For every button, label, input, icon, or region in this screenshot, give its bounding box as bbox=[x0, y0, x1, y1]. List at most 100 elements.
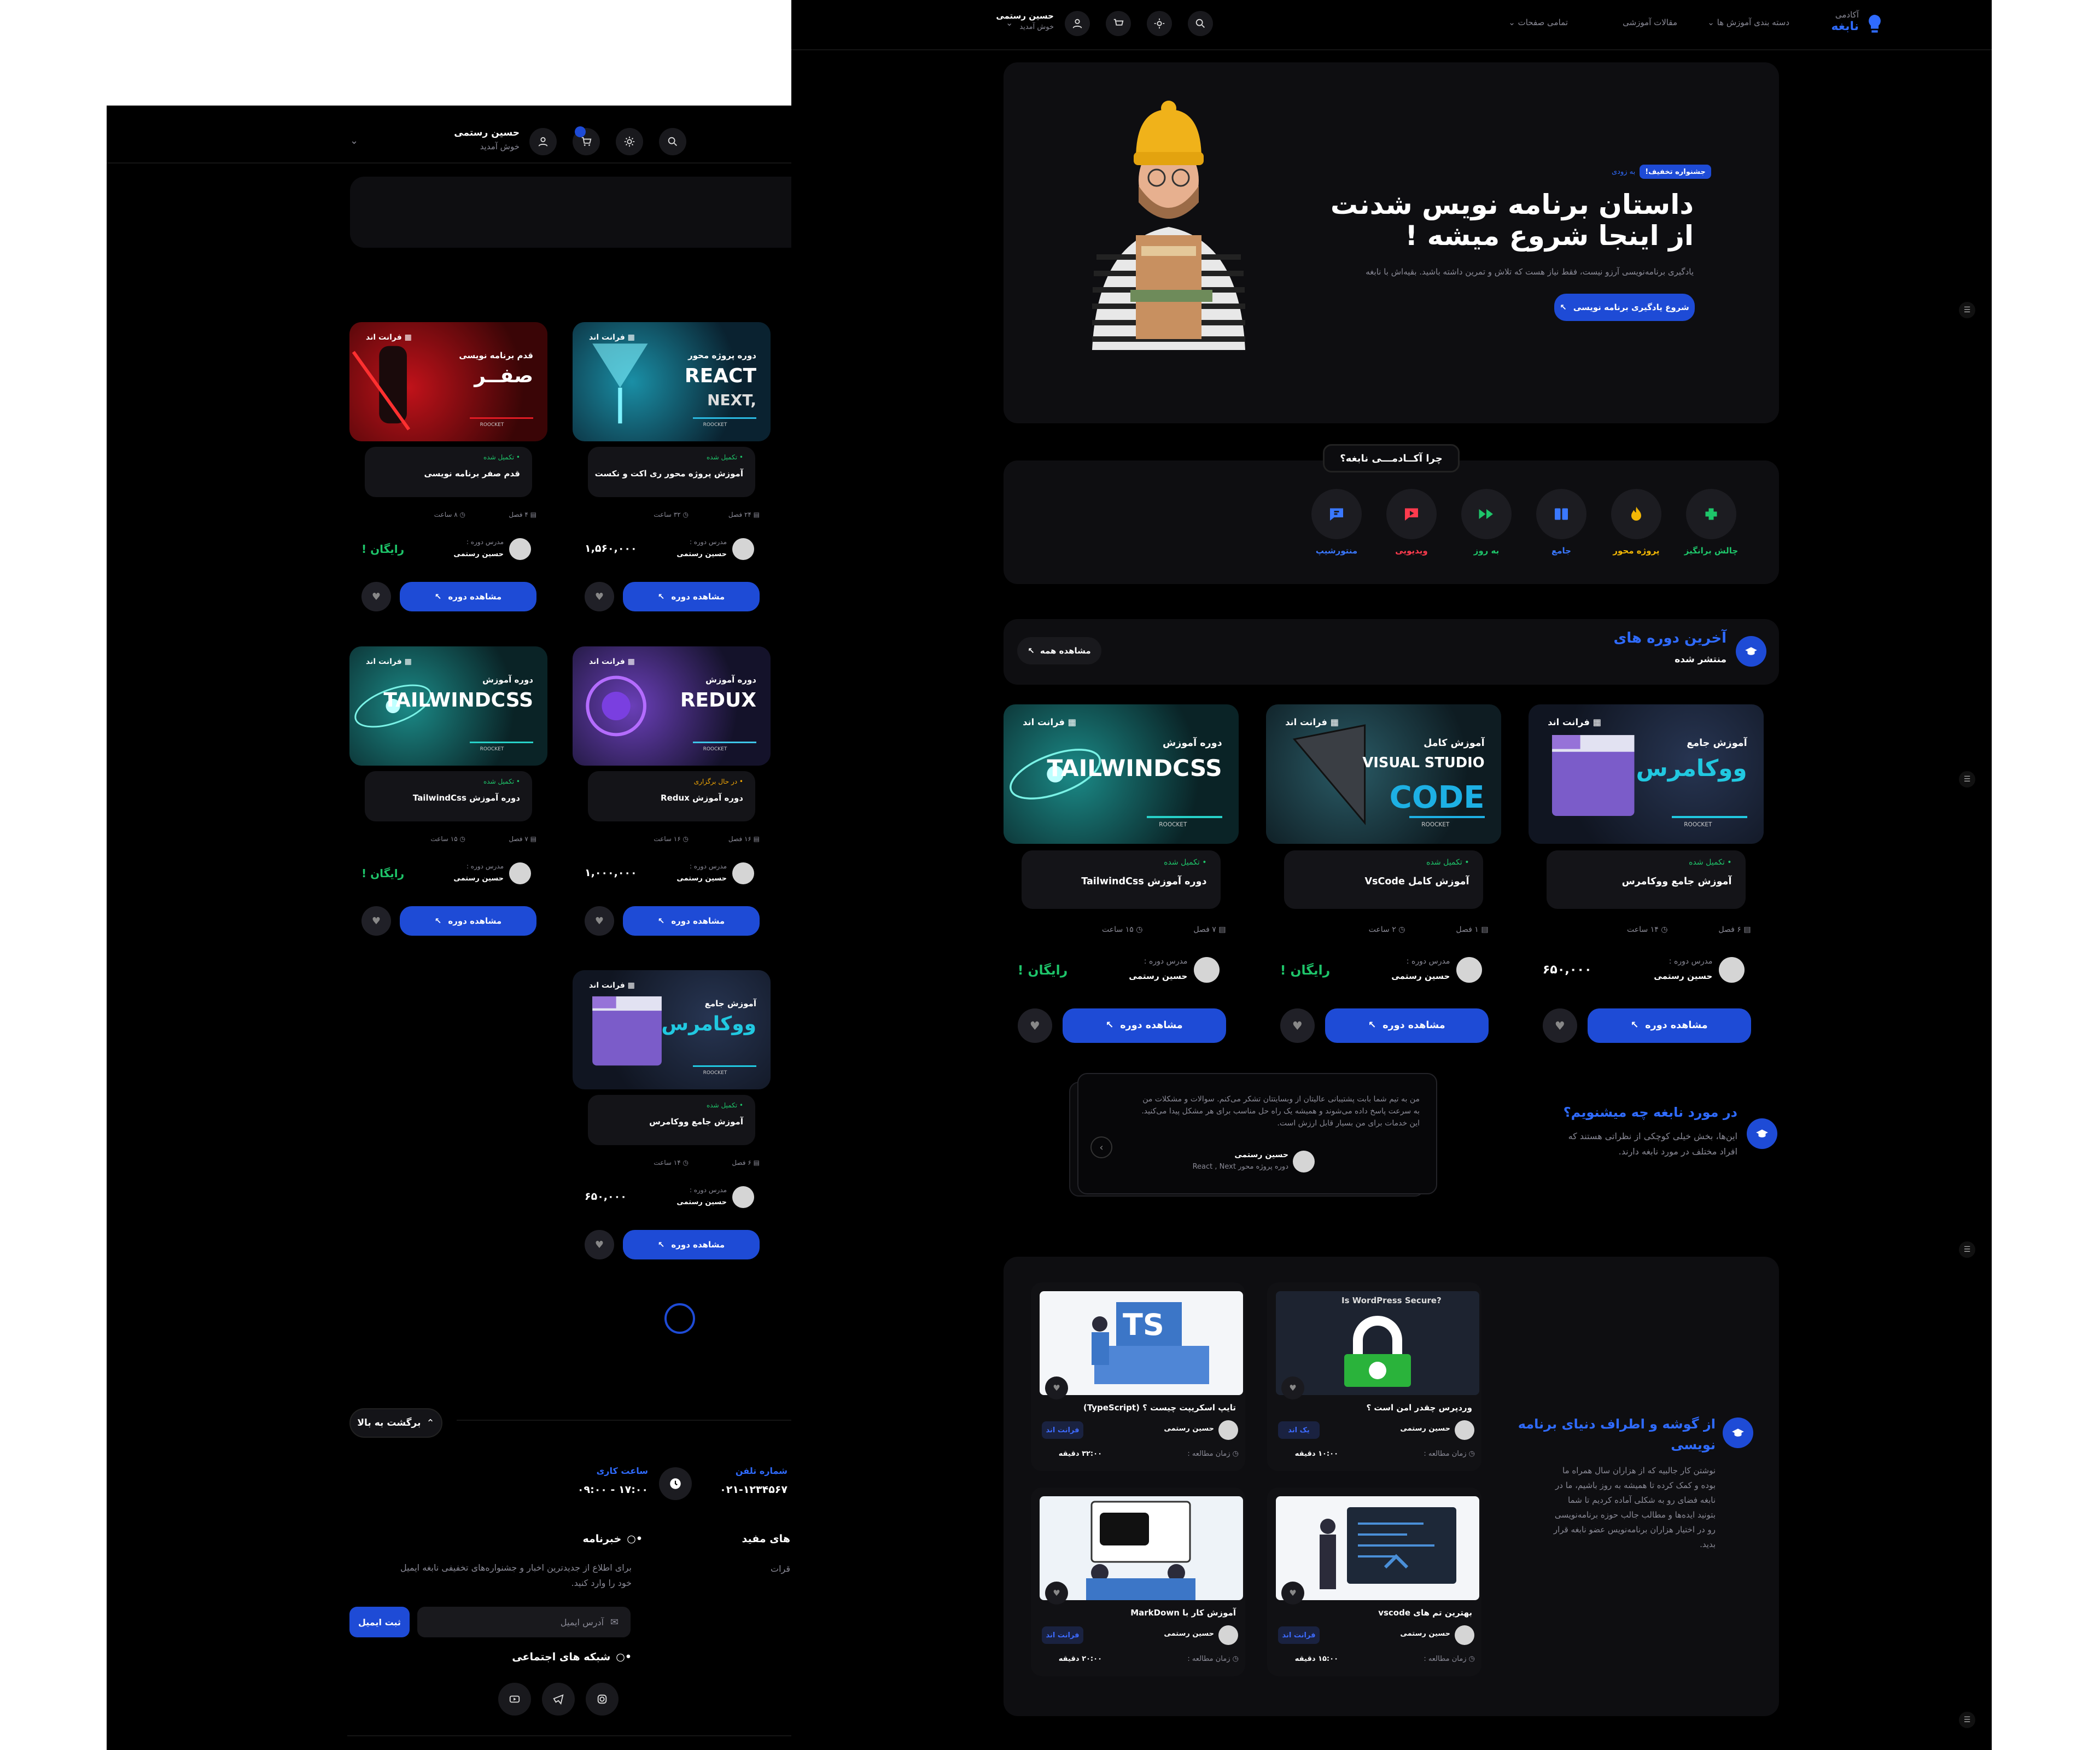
wishlist-button[interactable]: ♥ bbox=[585, 582, 614, 611]
search-button[interactable] bbox=[1188, 11, 1213, 36]
view-course-button[interactable]: مشاهده دوره ↖ bbox=[623, 1230, 760, 1259]
chevron-down-icon[interactable]: ⌄ bbox=[1006, 18, 1013, 28]
course-info-box[interactable]: • تکمیل شده دوره آموزش TailwindCss bbox=[1021, 850, 1221, 909]
submit-email-button[interactable]: ثبت ایمیل bbox=[349, 1607, 410, 1637]
mobile-window: حسین رستمی خوش آمدید ⌄ ▦ فرانت اند دوره پ… bbox=[107, 106, 791, 1750]
article-category-tag[interactable]: فرانت اند bbox=[1278, 1626, 1320, 1644]
cart-button[interactable] bbox=[1106, 11, 1131, 36]
bookmark-button[interactable]: ♥ bbox=[1045, 1376, 1068, 1399]
course-info-box[interactable]: • تکمیل شده آموزش پروژه محور ری اکت و نکس… bbox=[588, 447, 755, 497]
clock-icon bbox=[659, 1467, 692, 1500]
view-course-button[interactable]: مشاهده دوره ↖ bbox=[623, 582, 760, 611]
course-info-box[interactable]: • در حال برگزاری دوره آموزش Redux bbox=[588, 771, 755, 821]
useful-link-item[interactable]: قرات bbox=[708, 1564, 790, 1574]
float-menu-icon[interactable]: ☰ bbox=[1959, 1241, 1975, 1258]
hero-description: یادگیری برنامه‌نویسی آرزو نیست، فقط نیاز… bbox=[1366, 267, 1694, 277]
loading-spinner bbox=[664, 1303, 695, 1334]
course-thumbnail[interactable]: ▦ فرانت اند آموزش کامل VISUAL STUDIO CODE RO… bbox=[1266, 704, 1501, 844]
social-title: •○شبکه های اجتماعی bbox=[512, 1651, 632, 1663]
bookmark-button[interactable]: ♥ bbox=[1045, 1582, 1068, 1605]
feature-puzzle bbox=[1686, 489, 1736, 539]
wishlist-button[interactable]: ♥ bbox=[361, 906, 391, 936]
grid-icon: ▦ bbox=[404, 333, 412, 342]
grid-icon: ▦ bbox=[627, 981, 635, 990]
course-thumbnail[interactable]: ▦ فرانت اند دوره پروژه محور REACT NEXT, ROOC… bbox=[573, 322, 771, 441]
bookmark-button[interactable]: ♥ bbox=[1281, 1582, 1304, 1605]
float-menu-icon[interactable]: ☰ bbox=[1959, 771, 1975, 788]
float-menu-icon[interactable]: ☰ bbox=[1959, 1712, 1975, 1728]
article-image[interactable] bbox=[1040, 1496, 1243, 1600]
course-info-box[interactable]: • تکمیل شده آموزش جامع ووکامرس bbox=[588, 1095, 755, 1145]
article-image[interactable]: TS bbox=[1040, 1291, 1243, 1395]
wishlist-button[interactable]: ♥ bbox=[585, 906, 614, 936]
clock-icon: ◷ bbox=[1232, 1655, 1239, 1663]
view-all-button[interactable]: مشاهده همه ↖ bbox=[1017, 637, 1101, 664]
article-read-minutes: ۳۲:۰۰ دقیقه bbox=[1042, 1450, 1102, 1458]
instagram-button[interactable] bbox=[586, 1683, 619, 1716]
view-course-button[interactable]: مشاهده دوره ↖ bbox=[400, 906, 536, 936]
article-category-tag[interactable]: فرانت اند bbox=[1042, 1421, 1083, 1439]
youtube-button[interactable] bbox=[498, 1683, 531, 1716]
grid-icon: ▦ bbox=[627, 333, 635, 342]
course-info-box[interactable]: • تکمیل شده دوره آموزش TailwindCss bbox=[365, 771, 532, 821]
nav-all-pages[interactable]: تمامی صفحات ⌄ bbox=[1459, 18, 1568, 27]
course-chapters: ▤ ۲۴ فصل bbox=[694, 511, 760, 518]
course-status: • تکمیل شده bbox=[707, 453, 743, 461]
search-button[interactable] bbox=[659, 128, 686, 155]
course-thumbnail[interactable]: ▦ فرانت اند آموزش جامع ووکامرس ROOCKET bbox=[573, 970, 771, 1089]
course-status: • تکمیل شده bbox=[1426, 858, 1469, 867]
heart-icon: ♥ bbox=[371, 915, 381, 927]
chevron-down-icon[interactable]: ⌄ bbox=[350, 135, 358, 147]
course-info-box[interactable]: • تکمیل شده آموزش کامل VsCode bbox=[1284, 850, 1484, 909]
course-thumbnail[interactable]: ▦ فرانت اند دوره آموزش TAILWINDCSS ROOCKET bbox=[1004, 704, 1239, 844]
email-input[interactable]: آدرس ایمیل ✉ bbox=[417, 1607, 631, 1637]
clock-icon: ◷ bbox=[1661, 925, 1668, 934]
brand-label: ROOCKET bbox=[1421, 821, 1450, 829]
theme-toggle-button[interactable] bbox=[1147, 11, 1172, 36]
nav-articles[interactable]: مقالات آموزشی bbox=[1590, 18, 1677, 27]
article-category-tag[interactable]: یک اند bbox=[1278, 1421, 1320, 1439]
profile-button[interactable] bbox=[529, 128, 557, 155]
feature-chat bbox=[1311, 489, 1362, 539]
user-icon bbox=[538, 137, 548, 147]
profile-button[interactable] bbox=[1065, 11, 1090, 36]
clock-icon: ◷ bbox=[459, 511, 465, 518]
wishlist-button[interactable]: ♥ bbox=[1017, 1008, 1052, 1043]
category-label: ▦ فرانت اند bbox=[589, 333, 635, 342]
article-image[interactable]: Is WordPress Secure? bbox=[1276, 1291, 1479, 1395]
course-thumbnail[interactable]: ▦ فرانت اند قدم برنامه نویسی صفــر ROOCKET bbox=[349, 322, 547, 441]
sun-icon bbox=[1154, 18, 1165, 29]
view-course-button[interactable]: مشاهده دوره ↖ bbox=[400, 582, 536, 611]
view-course-button[interactable]: مشاهده دوره ↖ bbox=[1062, 1008, 1226, 1043]
wishlist-button[interactable]: ♥ bbox=[585, 1230, 614, 1259]
carousel-prev-button[interactable]: ‹ bbox=[1090, 1136, 1112, 1158]
chapters-icon: ▤ bbox=[753, 511, 760, 518]
nav-categories[interactable]: دسته بندی آموزش ها ⌄ bbox=[1691, 18, 1789, 27]
theme-toggle-button[interactable] bbox=[616, 128, 643, 155]
read-time-unit: دقیقه bbox=[1058, 1450, 1080, 1458]
float-menu-icon[interactable]: ☰ bbox=[1959, 302, 1975, 318]
article-illustration bbox=[1276, 1291, 1479, 1395]
course-thumbnail[interactable]: ▦ فرانت اند آموزش جامع ووکامرس ROOCKET bbox=[1529, 704, 1764, 844]
footer-divider bbox=[457, 1420, 791, 1421]
view-course-button[interactable]: مشاهده دوره ↖ bbox=[1325, 1008, 1489, 1043]
telegram-button[interactable] bbox=[542, 1683, 575, 1716]
course-info-box[interactable]: • تکمیل شده آموزش جامع ووکامرس bbox=[1546, 850, 1746, 909]
course-thumbnail[interactable]: ▦ فرانت اند دوره آموزش TAILWINDCSS ROOCKET bbox=[349, 646, 547, 766]
wishlist-button[interactable]: ♥ bbox=[1542, 1008, 1577, 1043]
promo-badge[interactable]: جشنواره تخفیف! bbox=[1640, 165, 1711, 179]
view-course-button[interactable]: مشاهده دوره ↖ bbox=[623, 906, 760, 936]
article-category-tag[interactable]: فرانت اند bbox=[1042, 1626, 1083, 1644]
back-to-top-button[interactable]: برگشت به بالا ⌃ bbox=[349, 1408, 442, 1438]
view-course-button[interactable]: مشاهده دوره ↖ bbox=[1587, 1008, 1751, 1043]
forward-icon bbox=[1479, 509, 1493, 519]
article-image[interactable] bbox=[1276, 1496, 1479, 1600]
chapters-count: ۱۶ bbox=[744, 835, 751, 843]
course-thumbnail[interactable]: ▦ فرانت اند دوره آموزش REDUX ROOCKET bbox=[573, 646, 771, 766]
wishlist-button[interactable]: ♥ bbox=[1280, 1008, 1315, 1043]
bookmark-button[interactable]: ♥ bbox=[1281, 1376, 1304, 1399]
course-info-box[interactable]: • تکمیل شده قدم صفر برنامه نویسی bbox=[365, 447, 532, 497]
heart-icon: ♥ bbox=[1289, 1588, 1297, 1598]
wishlist-button[interactable]: ♥ bbox=[361, 582, 391, 611]
start-learning-button[interactable]: شروع یادگیری برنامه نویسی ↖ bbox=[1554, 294, 1695, 321]
